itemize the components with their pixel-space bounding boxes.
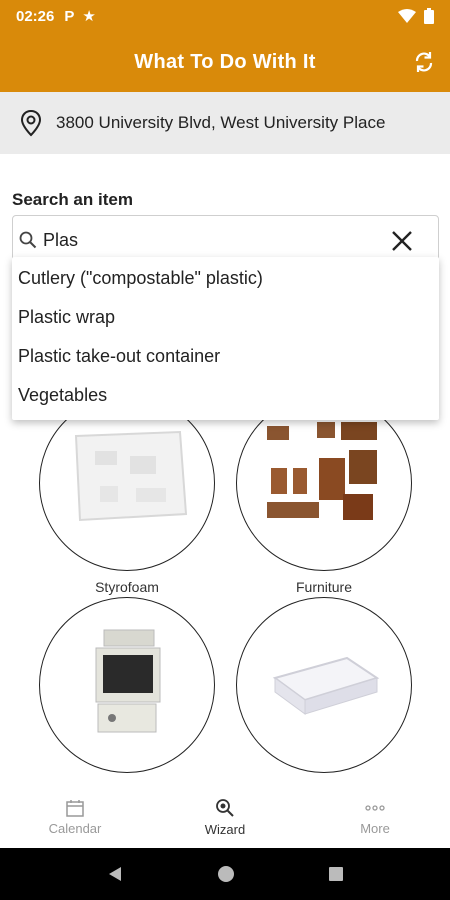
styrofoam-image: [39, 395, 215, 571]
category-label: Furniture: [295, 579, 353, 595]
nav-more[interactable]: More: [300, 786, 450, 848]
suggestion-item[interactable]: Plastic take-out container: [12, 337, 439, 376]
battery-icon: [424, 8, 434, 24]
computer-image: [39, 597, 215, 773]
nav-wizard[interactable]: Wizard: [150, 786, 300, 848]
bottom-nav: Calendar Wizard More: [0, 786, 450, 848]
category-electronics[interactable]: [39, 597, 215, 781]
mattress-image: [236, 597, 412, 773]
calendar-icon: [66, 799, 84, 817]
category-mattress[interactable]: [236, 597, 412, 781]
location-bar[interactable]: 3800 University Blvd, West University Pl…: [0, 92, 450, 154]
more-icon: [365, 804, 385, 811]
suggestion-item[interactable]: Vegetables: [12, 376, 439, 415]
search-icon: [19, 231, 37, 249]
refresh-icon[interactable]: [412, 50, 436, 74]
nav-calendar[interactable]: Calendar: [0, 786, 150, 848]
suggestions-dropdown: Cutlery ("compostable" plastic) Plastic …: [12, 257, 439, 420]
recents-icon[interactable]: [328, 866, 344, 882]
status-bar: 02:26 P ★: [0, 0, 450, 32]
nav-label: Calendar: [48, 820, 102, 836]
category-label: Styrofoam: [95, 579, 159, 595]
app-title: What To Do With It: [134, 50, 316, 73]
location-pin-icon: [20, 109, 42, 137]
back-icon[interactable]: [106, 865, 124, 883]
nav-label: Wizard: [204, 821, 246, 837]
search-label: Search an item: [12, 190, 133, 209]
suggestion-item[interactable]: Plastic wrap: [12, 298, 439, 337]
status-time: 02:26: [16, 7, 55, 25]
star-icon: ★: [82, 8, 96, 25]
location-address: 3800 University Blvd, West University Pl…: [56, 113, 386, 132]
system-nav-bar: [0, 848, 450, 900]
category-styrofoam[interactable]: Styrofoam: [39, 395, 215, 595]
parking-icon: P: [64, 7, 75, 25]
close-icon[interactable]: [390, 229, 414, 253]
category-furniture[interactable]: Furniture: [236, 395, 412, 595]
search-input[interactable]: [43, 229, 363, 251]
suggestion-item[interactable]: Cutlery ("compostable" plastic): [12, 259, 439, 298]
app-bar: What To Do With It: [0, 32, 450, 92]
furniture-image: [236, 395, 412, 571]
wifi-icon: [398, 9, 416, 23]
home-icon[interactable]: [216, 864, 236, 884]
wizard-icon: [216, 798, 234, 817]
nav-label: More: [360, 820, 390, 836]
